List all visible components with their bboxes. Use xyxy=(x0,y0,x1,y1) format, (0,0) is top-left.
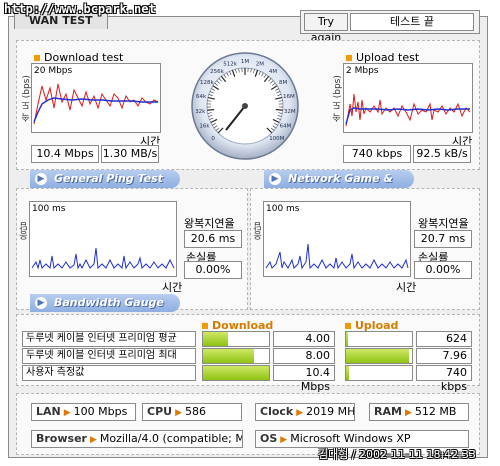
download-speed-bps: 10.4 Mbps xyxy=(31,145,99,163)
upload-gauge-value: 624 kbps xyxy=(416,331,472,359)
download-speed-Bps: 1.30 MB/s xyxy=(101,145,159,163)
dial-label: 16k xyxy=(199,124,210,130)
dial-label: 16M xyxy=(283,94,295,100)
upload-gauge-fill xyxy=(346,332,348,346)
upload-gauge-value: 7.96 Mbps xyxy=(416,348,472,376)
upload-gauge xyxy=(345,365,413,381)
footer-credit: 김대형 / 2002-11-11 18:42:33 xyxy=(318,448,476,461)
ping-section-title: ▶ General Ping Test xyxy=(30,170,180,188)
download-series-red xyxy=(33,83,159,125)
dial-label: 100M xyxy=(269,136,284,142)
upload-chart xyxy=(345,93,471,127)
lan-info: LAN ▶ 100 Mbps xyxy=(31,403,136,421)
download-graph: 20 Mbps xyxy=(31,63,161,133)
download-gauge-value: 10.4 Mbps xyxy=(273,365,335,393)
dial-label: 2M xyxy=(256,62,264,68)
game-rtt-value: 20.7 ms xyxy=(414,230,472,248)
download-gauge xyxy=(202,331,270,347)
dial-label: 32k xyxy=(195,109,206,115)
ping-rtt-value: 20.6 ms xyxy=(184,230,242,248)
cpu-info: CPU ▶ 586 xyxy=(142,403,242,421)
ram-info: RAM ▶ 512 MB xyxy=(369,403,469,421)
site-watermark: http://www.bcpark.net xyxy=(4,2,156,16)
download-gauge-fill xyxy=(203,332,229,346)
download-gauge-value: 8.00 Mbps xyxy=(273,348,335,376)
download-gauge-fill xyxy=(203,366,269,380)
upload-gauge-fill xyxy=(346,366,349,380)
upload-gauge xyxy=(345,331,413,347)
ping-graph: 100 ms xyxy=(29,201,177,277)
dial-label: 64k xyxy=(196,94,207,100)
clock-info: Clock▶2019 MHz xyxy=(255,403,355,421)
dial-label: 128k xyxy=(200,80,214,86)
ping-xlabel: 시간 xyxy=(162,281,183,294)
bandwidth-row-label: 두루넷 케이블 인터넷 프리미엄 평균 xyxy=(22,331,196,347)
game-series xyxy=(265,243,409,270)
game-loss-value: 0.00% xyxy=(414,261,472,279)
game-graph: 100 ms xyxy=(263,201,411,277)
status-display: 테스트 끝 xyxy=(350,13,474,31)
dial-label: 4M xyxy=(269,69,277,75)
game-rtt-label: 왕복지연율 xyxy=(418,217,469,230)
ping-chart xyxy=(31,247,175,270)
upload-gauge-fill xyxy=(346,349,410,363)
dial-label: 1M xyxy=(241,59,249,65)
download-gauge-value: 4.00 Mbps xyxy=(273,331,335,359)
speed-dial-graphic: 016k 32k 64k 128k 256k512k 1M 2M 4M8M 16M 32M 64M 1… xyxy=(191,52,299,160)
download-gauge xyxy=(202,348,270,364)
download-chart xyxy=(33,83,159,125)
bandwidth-row-label: 두루넷 케이블 인터넷 프리미엄 최대 xyxy=(22,348,196,364)
speed-dial: 0 16k 32k 64k 128k 256k 512k 1M 2M 4M 8M 16M 32M 64M 1… xyxy=(190,46,300,164)
upload-speed-bps: 740 kbps xyxy=(343,145,411,163)
dial-label: 0 xyxy=(211,136,215,142)
ping-rtt-label: 왕복지연율 xyxy=(184,217,235,230)
dial-label: 512k xyxy=(223,62,237,68)
download-gauge-fill xyxy=(203,349,254,363)
upload-gauge-value: 740 kbps xyxy=(416,365,472,393)
browser-info: Browser▶Mozilla/4.0 (compatible; MSIE 6.… xyxy=(31,430,243,448)
game-chart xyxy=(265,243,409,270)
upload-gauge xyxy=(345,348,413,364)
dial-label: 8M xyxy=(279,80,287,86)
game-section-title: ▶Network Game & VoIP Test xyxy=(264,170,414,203)
upload-graph: 2 Mbps xyxy=(343,63,473,133)
ping-loss-value: 0.00% xyxy=(184,261,242,279)
dial-label: 64M xyxy=(280,124,292,130)
bandwidth-section-title: ▶ Bandwidth Gauge xyxy=(30,294,180,312)
dial-label: 32M xyxy=(284,109,296,115)
try-again-button[interactable]: Try again xyxy=(304,13,348,44)
upload-speed-Bps: 92.5 kB/s xyxy=(413,145,471,163)
ping-series xyxy=(31,247,175,270)
bandwidth-row-label: 사용자 측정값 xyxy=(22,365,196,381)
game-xlabel: 시간 xyxy=(396,281,417,294)
dial-label: 256k xyxy=(210,69,224,75)
download-gauge xyxy=(202,365,270,381)
